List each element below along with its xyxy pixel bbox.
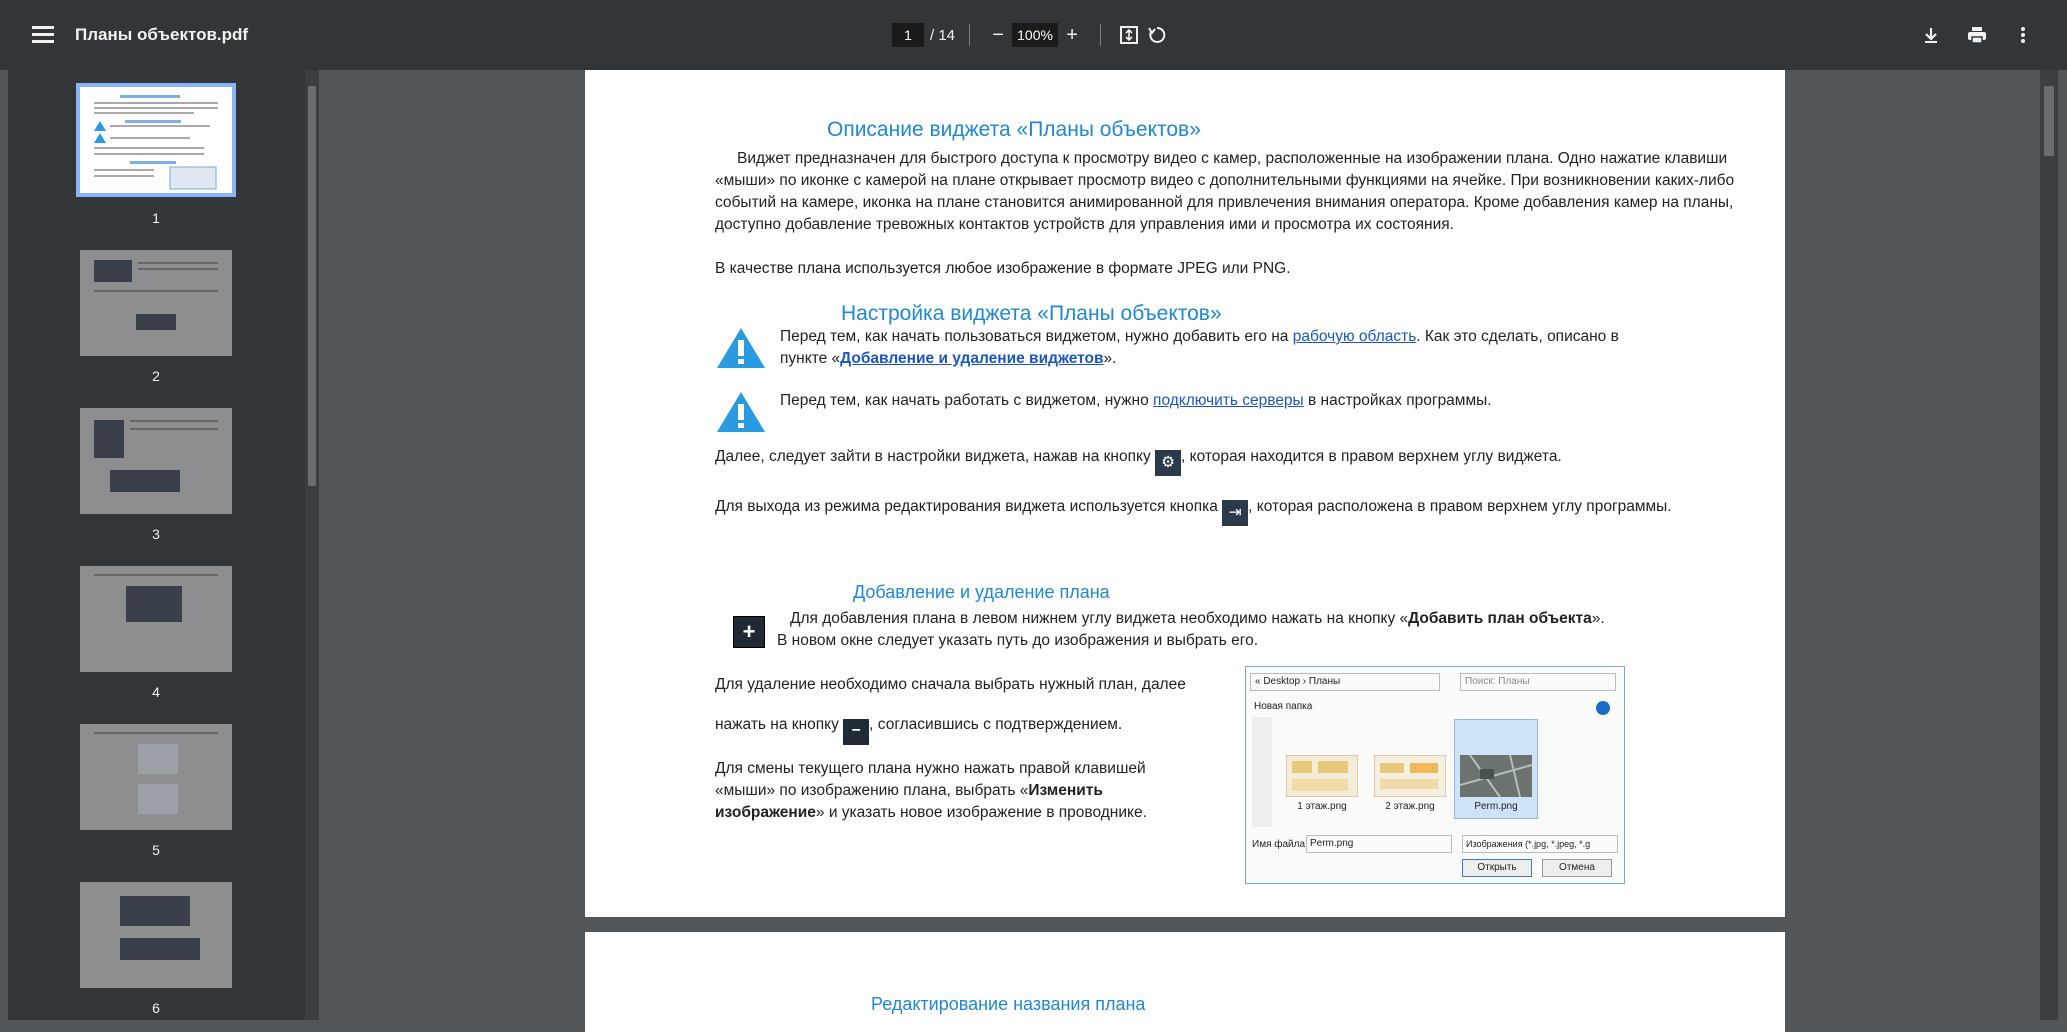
paragraph-text: , согласившись с подтверждением. xyxy=(869,716,1123,733)
file-open-dialog-image: « Desktop › Планы Поиск: Планы Новая пап… xyxy=(1245,666,1625,884)
warning-note: Перед тем, как начать пользоваться видже… xyxy=(780,326,1640,370)
document-scrollbar-thumb[interactable] xyxy=(2044,86,2054,156)
add-plan-icon: + xyxy=(733,616,765,648)
toolbar-actions xyxy=(1917,21,2037,49)
paragraph: нажать на кнопку −, согласившись с подтв… xyxy=(715,714,1122,745)
dialog-new-folder: Новая папка xyxy=(1254,701,1313,712)
workspace-link[interactable]: рабочую область xyxy=(1293,328,1417,345)
paragraph: Для удаление необходимо сначала выбрать … xyxy=(715,676,1186,693)
sidebar-scrollbar[interactable] xyxy=(305,70,319,1020)
paragraph: Для смены текущего плана нужно нажать пр… xyxy=(715,758,1175,824)
thumbnail-sidebar: 1 2 3 4 5 6 xyxy=(8,70,308,1020)
page-total: / 14 xyxy=(930,26,956,44)
print-icon[interactable] xyxy=(1963,21,1991,49)
page-thumbnail[interactable] xyxy=(80,882,232,988)
toolbar-divider xyxy=(1100,24,1102,46)
thumbnail-label: 2 xyxy=(152,368,160,384)
fit-page-icon[interactable] xyxy=(1115,21,1143,49)
paragraph: Виджет предназначен для быстрого доступа… xyxy=(715,150,1735,233)
help-icon xyxy=(1596,701,1610,715)
section-heading: Настройка виджета «Планы объектов» xyxy=(841,302,1222,325)
thumbnail-label: 4 xyxy=(152,684,160,700)
warning-text: в настройках программы. xyxy=(1303,392,1492,409)
dialog-path-bar: « Desktop › Планы xyxy=(1250,673,1440,691)
dialog-search-field: Поиск: Планы xyxy=(1460,673,1616,691)
document-scrollbar[interactable] xyxy=(2040,70,2058,1020)
filename-field: Perm.png xyxy=(1306,835,1452,853)
remove-plan-icon: − xyxy=(843,719,870,745)
file-label: Perm.png xyxy=(1474,801,1518,812)
paragraph-text: Для добавления плана в левом нижнем углу… xyxy=(790,610,1409,627)
warning-icon xyxy=(717,392,765,432)
viewer-toolbar: Планы объектов.pdf 1 / 14 − 100% + xyxy=(0,0,2067,70)
bold-text: Добавить план объекта xyxy=(1408,610,1592,627)
toolbar-divider xyxy=(969,24,971,46)
zoom-level-input[interactable]: 100% xyxy=(1012,23,1059,47)
page-number-input[interactable]: 1 xyxy=(892,23,924,47)
paragraph: В новом окне следует указать путь до изо… xyxy=(777,632,1259,649)
thumbnail-label: 3 xyxy=(152,526,160,542)
file-title: Планы объектов.pdf xyxy=(75,25,249,44)
thumbnail-label: 1 xyxy=(152,210,160,226)
floor-plan-thumbnail xyxy=(1374,755,1446,797)
thumbnail-label: 5 xyxy=(152,842,160,858)
pdf-page-2: Редактирование названия плана xyxy=(585,932,1785,1032)
page-thumbnail[interactable] xyxy=(76,83,236,197)
zoom-out-icon[interactable]: − xyxy=(984,21,1012,49)
dialog-nav-pane xyxy=(1252,717,1272,827)
page-thumbnail[interactable] xyxy=(80,250,232,356)
paragraph: Для добавления плана в левом нижнем углу… xyxy=(790,608,1790,630)
warning-text: Перед тем, как начать пользоваться видже… xyxy=(780,328,1293,345)
paragraph-text: » и указать новое изображение в проводни… xyxy=(815,804,1147,821)
floor-plan-thumbnail xyxy=(1286,755,1358,797)
add-remove-widgets-link[interactable]: Добавление и удаление виджетов xyxy=(840,350,1103,367)
thumbnail-label: 6 xyxy=(152,1000,160,1016)
file-label: 2 этаж.png xyxy=(1385,801,1435,812)
download-icon[interactable] xyxy=(1917,21,1945,49)
section-heading: Описание виджета «Планы объектов» xyxy=(827,118,1201,141)
paragraph: В качестве плана используется любое изоб… xyxy=(715,260,1291,277)
subsection-heading: Добавление и удаление плана xyxy=(853,582,1110,602)
paragraph-text: , которая расположена в правом верхнем у… xyxy=(1248,498,1672,515)
page-thumbnail[interactable] xyxy=(80,408,232,514)
dialog-cancel-button: Отмена xyxy=(1542,859,1612,877)
page-navigation: 1 / 14 − 100% + xyxy=(892,21,1171,49)
paragraph-text: , которая находится в правом верхнем угл… xyxy=(1181,448,1562,465)
connect-servers-link[interactable]: подключить серверы xyxy=(1153,392,1304,409)
paragraph-text: Для выхода из режима редактирования видж… xyxy=(715,498,1218,515)
warning-note: Перед тем, как начать работать с виджето… xyxy=(780,390,1492,412)
paragraph: Далее, следует зайти в настройки виджета… xyxy=(715,446,1562,476)
warning-text: ». xyxy=(1103,350,1117,367)
paragraph-text: Далее, следует зайти в настройки виджета… xyxy=(715,448,1151,465)
paragraph-text: нажать на кнопку xyxy=(715,716,839,733)
menu-icon[interactable] xyxy=(26,22,60,48)
settings-gear-icon: ⚙ xyxy=(1155,450,1182,476)
zoom-in-icon[interactable]: + xyxy=(1058,21,1086,49)
page-thumbnail[interactable] xyxy=(80,566,232,672)
paragraph: Для выхода из режима редактирования видж… xyxy=(715,496,1775,526)
page-thumbnail[interactable] xyxy=(80,724,232,830)
subsection-heading: Редактирование названия плана xyxy=(871,994,1146,1014)
warning-icon xyxy=(717,328,765,368)
file-label: 1 этаж.png xyxy=(1297,801,1347,812)
sidebar-scrollbar-thumb[interactable] xyxy=(308,86,316,486)
paragraph-text: ». xyxy=(1591,610,1605,627)
pdf-page-1: Описание виджета «Планы объектов» Виджет… xyxy=(585,70,1785,917)
exit-edit-icon: ⇥ xyxy=(1222,500,1249,526)
filetype-field: Изображения (*.jpg, *.jpeg, *.g xyxy=(1462,835,1618,853)
warning-text: Перед тем, как начать работать с виджето… xyxy=(780,392,1154,409)
dialog-open-button: Открыть xyxy=(1462,859,1532,877)
filename-label: Имя файла: xyxy=(1252,839,1308,850)
rotate-icon[interactable] xyxy=(1143,21,1171,49)
map-thumbnail xyxy=(1460,755,1532,797)
more-options-icon[interactable] xyxy=(2009,21,2037,49)
